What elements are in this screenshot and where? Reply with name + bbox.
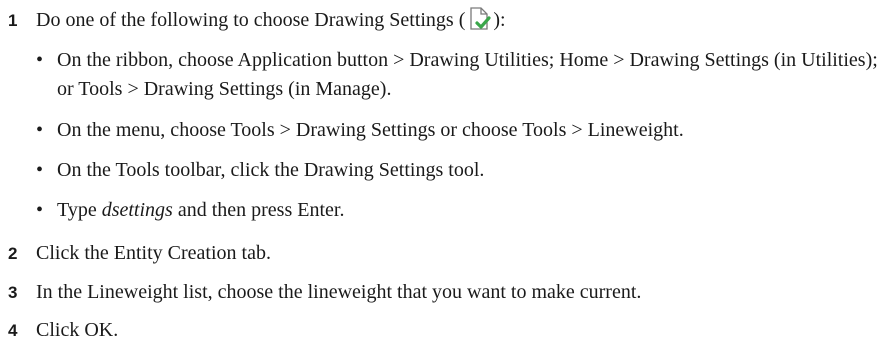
- step-number: 4: [8, 321, 18, 340]
- step-text-before-icon: Do one of the following to choose Drawin…: [36, 9, 466, 31]
- bullet-dot: •: [36, 159, 44, 181]
- step-text: Click OK.: [36, 319, 119, 341]
- bullet-text-after: and then press Enter.: [172, 199, 345, 221]
- step-number: 3: [8, 283, 18, 302]
- step-2: 2 Click the Entity Creation tab.: [8, 241, 271, 266]
- step-text: Do one of the following to choose Drawin…: [36, 6, 506, 32]
- step-text: Click the Entity Creation tab.: [36, 242, 271, 264]
- step-1: 1 Do one of the following to choose Draw…: [8, 6, 506, 33]
- step-text: In the Lineweight list, choose the linew…: [36, 281, 642, 303]
- bullet-text-before: Type: [57, 199, 102, 221]
- bullet-text: Type dsettings and then press Enter.: [57, 196, 881, 225]
- bullet-text: On the ribbon, choose Application button…: [57, 49, 878, 100]
- step-3: 3 In the Lineweight list, choose the lin…: [8, 280, 641, 305]
- step-1-bullet-toolbar: • On the Tools toolbar, click the Drawin…: [36, 156, 881, 185]
- step-1-bullet-type-command: • Type dsettings and then press Enter.: [36, 196, 881, 225]
- step-number: 2: [8, 244, 18, 263]
- step-number: 1: [8, 11, 18, 30]
- bullet-text: On the menu, choose Tools > Drawing Sett…: [57, 119, 684, 141]
- step-1-bullet-menu: • On the menu, choose Tools > Drawing Se…: [36, 116, 881, 145]
- step-1-bullet-ribbon: • On the ribbon, choose Application butt…: [36, 46, 881, 104]
- bullet-dot: •: [36, 49, 44, 71]
- command-name: dsettings: [101, 199, 173, 221]
- bullet-dot: •: [36, 199, 44, 221]
- drawing-settings-icon: [466, 6, 492, 32]
- bullet-dot: •: [36, 119, 44, 141]
- bullet-text: On the Tools toolbar, click the Drawing …: [57, 159, 485, 181]
- step-4: 4 Click OK.: [8, 318, 118, 343]
- step-text-after-icon: ):: [493, 9, 506, 31]
- instruction-page: 1 Do one of the following to choose Draw…: [0, 0, 885, 356]
